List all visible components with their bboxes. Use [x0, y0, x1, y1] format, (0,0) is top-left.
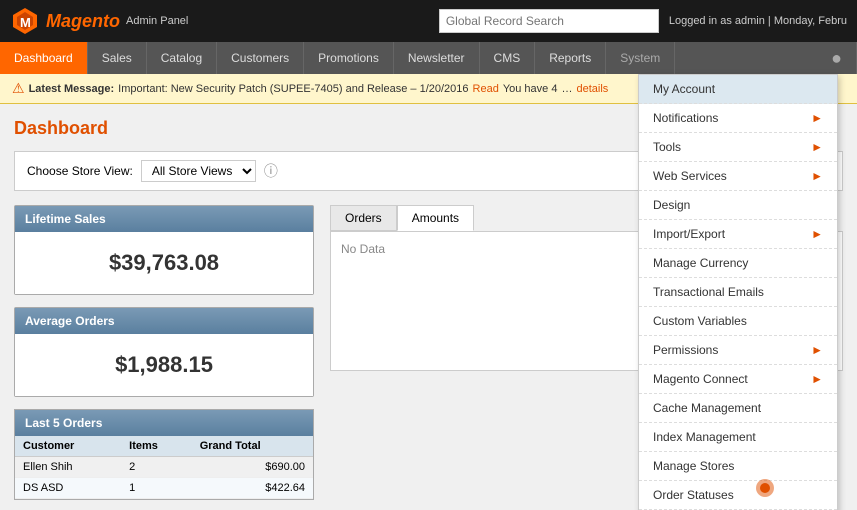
dropdown-label: My Account: [653, 82, 715, 96]
last5-table-body: Ellen Shih 2 $690.00 DS ASD 1 $422.64: [15, 457, 313, 499]
dropdown-label: Permissions: [653, 343, 718, 357]
cell-customer: Ellen Shih: [15, 457, 121, 478]
dropdown-arrow-icon: ►: [811, 372, 823, 386]
dropdown-label: Manage Stores: [653, 459, 734, 473]
left-widgets: Lifetime Sales $39,763.08 Average Orders…: [14, 205, 314, 500]
nav-sales[interactable]: Sales: [88, 42, 147, 74]
svg-text:M: M: [20, 15, 31, 30]
dropdown-arrow-icon: ►: [811, 343, 823, 357]
last5-table: Customer Items Grand Total Ellen Shih 2 …: [15, 436, 313, 499]
nav-bar: Dashboard Sales Catalog Customers Promot…: [0, 42, 857, 74]
dropdown-label: Custom Variables: [653, 314, 747, 328]
header: M Magento Admin Panel Logged in as admin…: [0, 0, 857, 42]
alert-more: …: [561, 83, 572, 95]
dropdown-item-transactional[interactable]: Transactional Emails: [639, 278, 837, 307]
last5-widget: Last 5 Orders Customer Items Grand Total: [14, 409, 314, 500]
dropdown-item-stores[interactable]: Manage Stores: [639, 452, 837, 481]
dropdown-label: Magento Connect: [653, 372, 748, 386]
dropdown-item-variables[interactable]: Custom Variables: [639, 307, 837, 336]
store-help-icon[interactable]: ⓘ: [264, 161, 278, 181]
dropdown-arrow-icon: ►: [811, 169, 823, 183]
lifetime-sales-header: Lifetime Sales: [15, 206, 313, 232]
logo-brand: Magento: [46, 11, 120, 32]
nav-promotions[interactable]: Promotions: [304, 42, 394, 74]
nav-catalog[interactable]: Catalog: [147, 42, 217, 74]
dropdown-label: Design: [653, 198, 690, 212]
average-orders-value: $1,988.15: [25, 344, 303, 386]
dropdown-item-cache[interactable]: Cache Management: [639, 394, 837, 423]
cell-items: 1: [121, 478, 192, 499]
alert-read-link[interactable]: Read: [473, 83, 499, 95]
alert-suffix: You have 4: [503, 83, 558, 95]
dropdown-item-tools[interactable]: Tools ►: [639, 133, 837, 162]
table-row: Ellen Shih 2 $690.00: [15, 457, 313, 478]
dropdown-item-design[interactable]: Design: [639, 191, 837, 220]
nav-extra: ●: [817, 42, 857, 74]
dropdown-label: Transactional Emails: [653, 285, 764, 299]
nav-reports[interactable]: Reports: [535, 42, 606, 74]
store-view-select[interactable]: All Store Views: [141, 160, 256, 182]
cell-items: 2: [121, 457, 192, 478]
dropdown-item-permissions[interactable]: Permissions ►: [639, 336, 837, 365]
dropdown-label: Import/Export: [653, 227, 725, 241]
dropdown-label: Tools: [653, 140, 681, 154]
dropdown-item-importexport[interactable]: Import/Export ►: [639, 220, 837, 249]
dropdown-label: Index Management: [653, 430, 756, 444]
dropdown-item-order-statuses[interactable]: Order Statuses: [639, 481, 837, 510]
store-view-label: Choose Store View:: [27, 164, 133, 178]
table-row: DS ASD 1 $422.64: [15, 478, 313, 499]
alert-details-link[interactable]: details: [576, 83, 608, 95]
system-dropdown: My Account Notifications ► Tools ► Web S…: [638, 74, 838, 510]
dropdown-arrow-icon: ►: [811, 227, 823, 241]
nav-dashboard[interactable]: Dashboard: [0, 42, 88, 74]
dropdown-arrow-icon: ►: [811, 111, 823, 125]
col-grand-total: Grand Total: [192, 436, 313, 457]
tab-amounts[interactable]: Amounts: [397, 205, 474, 231]
lifetime-sales-body: $39,763.08: [15, 232, 313, 294]
dropdown-item-magento-connect[interactable]: Magento Connect ►: [639, 365, 837, 394]
last5-header: Last 5 Orders: [15, 410, 313, 436]
search-input[interactable]: [439, 9, 659, 33]
dropdown-arrow-icon: ►: [811, 140, 823, 154]
dropdown-label: Cache Management: [653, 401, 761, 415]
nav-newsletter[interactable]: Newsletter: [394, 42, 480, 74]
logo-area: M Magento Admin Panel: [10, 6, 188, 36]
alert-icon: ⚠: [12, 80, 25, 97]
cell-total: $422.64: [192, 478, 313, 499]
tab-orders[interactable]: Orders: [330, 205, 397, 231]
dropdown-item-webservices[interactable]: Web Services ►: [639, 162, 837, 191]
user-info: Logged in as admin | Monday, Febru: [669, 15, 847, 27]
nav-cms[interactable]: CMS: [480, 42, 536, 74]
dropdown-label: Manage Currency: [653, 256, 748, 270]
cell-customer: DS ASD: [15, 478, 121, 499]
lifetime-sales-value: $39,763.08: [25, 242, 303, 284]
magento-logo-icon: M: [10, 6, 40, 36]
lifetime-sales-widget: Lifetime Sales $39,763.08: [14, 205, 314, 295]
average-orders-body: $1,988.15: [15, 334, 313, 396]
dropdown-label: Web Services: [653, 169, 727, 183]
col-items: Items: [121, 436, 192, 457]
dropdown-item-index[interactable]: Index Management: [639, 423, 837, 452]
dropdown-item-myaccount[interactable]: My Account: [639, 75, 837, 104]
nav-customers[interactable]: Customers: [217, 42, 304, 74]
dropdown-label: Notifications: [653, 111, 718, 125]
no-data-text: No Data: [341, 242, 385, 256]
average-orders-header: Average Orders: [15, 308, 313, 334]
nav-system[interactable]: System: [606, 42, 675, 74]
last5-table-head-row: Customer Items Grand Total: [15, 436, 313, 457]
cell-total: $690.00: [192, 457, 313, 478]
alert-message: Important: New Security Patch (SUPEE-740…: [118, 83, 468, 95]
average-orders-widget: Average Orders $1,988.15: [14, 307, 314, 397]
dropdown-item-notifications[interactable]: Notifications ►: [639, 104, 837, 133]
logo-subtitle: Admin Panel: [126, 15, 188, 27]
col-customer: Customer: [15, 436, 121, 457]
dropdown-label: Order Statuses: [653, 488, 734, 502]
dropdown-item-currency[interactable]: Manage Currency: [639, 249, 837, 278]
alert-label: Latest Message:: [29, 83, 115, 95]
